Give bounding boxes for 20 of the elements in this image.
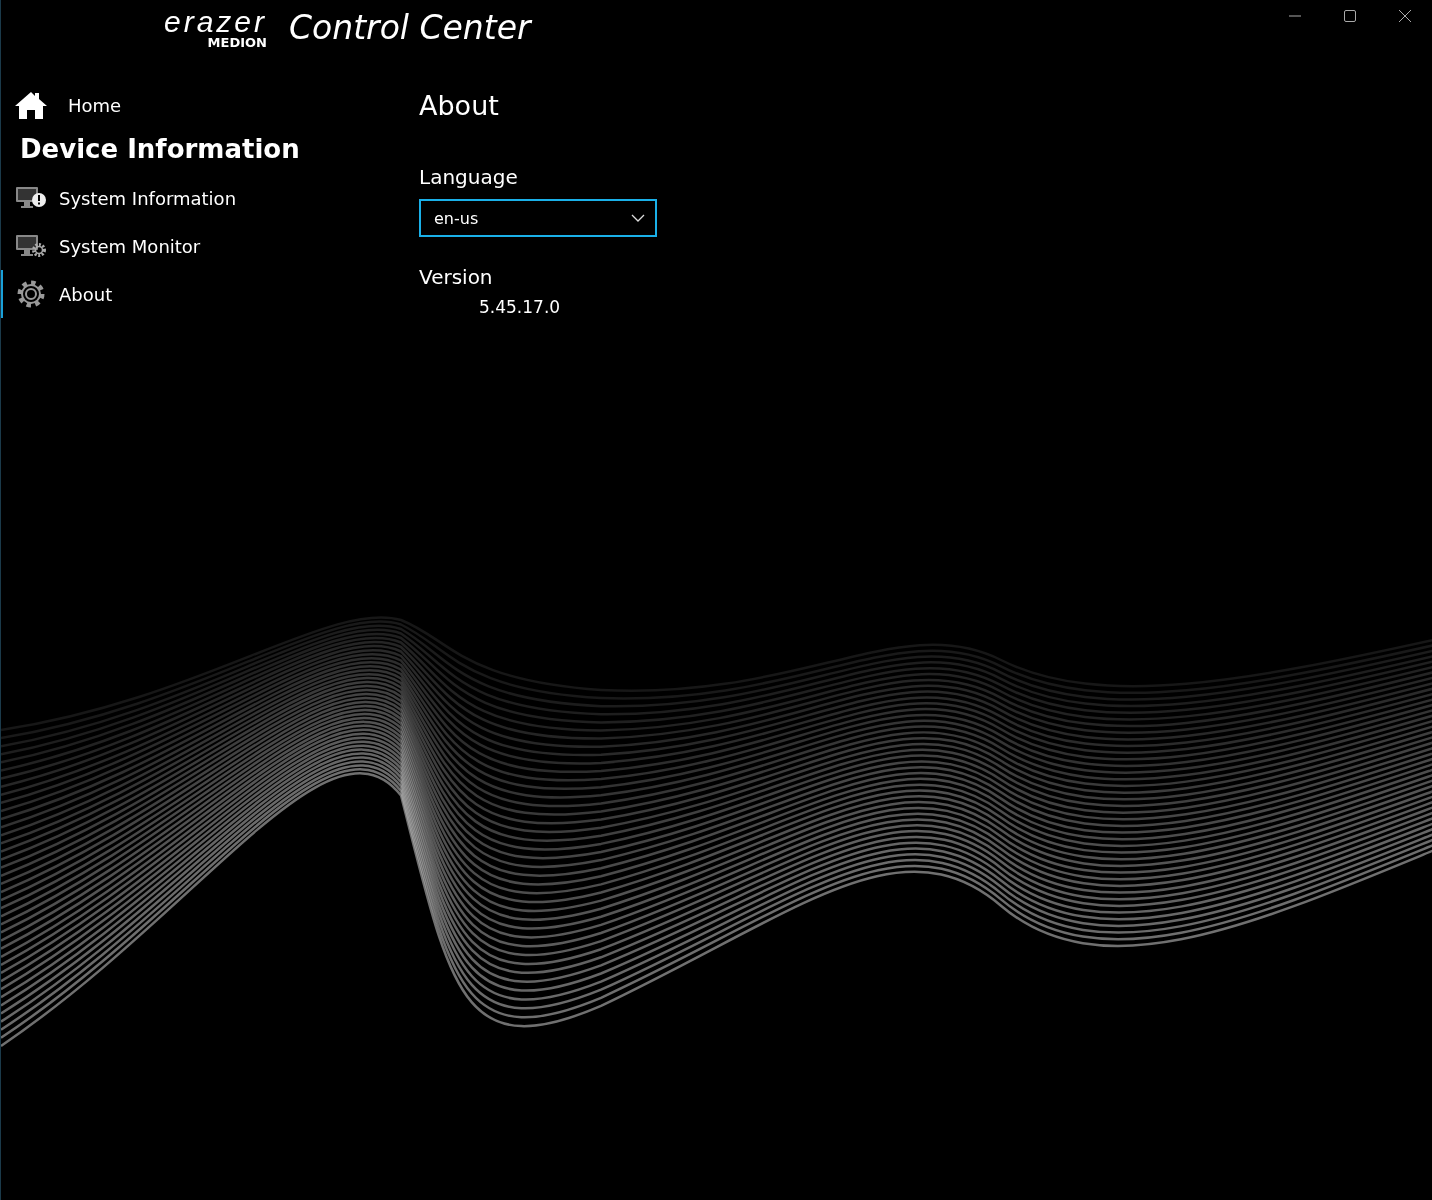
logo-maker-text: MEDION	[207, 36, 267, 50]
close-icon	[1397, 9, 1412, 23]
home-icon	[14, 90, 48, 120]
gear-icon	[15, 278, 47, 310]
page-heading: About	[419, 90, 500, 121]
home-nav-item[interactable]: Home	[14, 90, 401, 120]
sidebar-item[interactable]: About	[1, 270, 401, 318]
language-dropdown[interactable]: en-us	[419, 199, 657, 237]
monitor-alert-icon	[15, 185, 47, 211]
language-label: Language	[419, 165, 519, 189]
sidebar-item[interactable]: System Monitor	[1, 222, 401, 270]
maximize-icon	[1342, 9, 1357, 23]
section-heading: Device Information	[20, 134, 301, 164]
version-value: 5.45.17.0	[478, 297, 562, 317]
version-label: Version	[419, 265, 494, 289]
window-title: Control Center	[289, 8, 531, 47]
monitor-gear-icon	[15, 233, 47, 259]
chevron-down-icon	[631, 214, 645, 222]
sidebar-item[interactable]: System Information	[1, 174, 401, 222]
logo-brand-text: erazer	[163, 8, 267, 36]
